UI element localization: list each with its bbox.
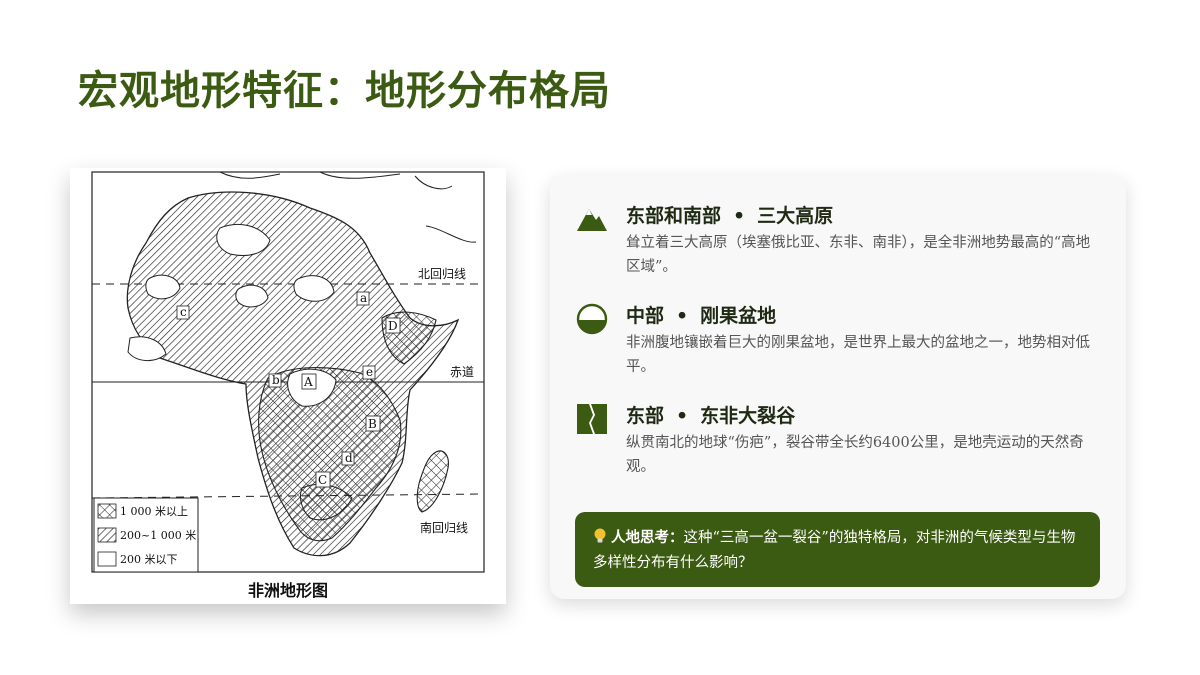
map-label-A: A: [303, 375, 313, 389]
feature-description: 纵贯南北的地球“伤疤”，裂谷带全长约6400公里，是地壳运动的天然奇观。: [626, 435, 1084, 475]
map-label-B: B: [368, 417, 377, 431]
feature-description: 非洲腹地镶嵌着巨大的刚果盆地，是世界上最大的盆地之一，地势相对低平。: [626, 335, 1090, 375]
map-label-d: d: [345, 451, 353, 465]
feature-heading: 东部 • 东非大裂谷: [626, 401, 795, 428]
feature-separator: •: [733, 205, 746, 227]
tropic-cancer-label: 北回归线: [418, 267, 466, 281]
equator-label: 赤道: [450, 365, 474, 379]
legend-label-high: 1 000 米以上: [120, 505, 188, 518]
map-label-c: c: [180, 305, 187, 319]
lightbulb-icon: [593, 526, 607, 551]
map-label-C: C: [318, 473, 327, 487]
feature-name: 三大高原: [757, 205, 834, 227]
reflection-callout: 人地思考：这种“三高一盆一裂谷”的独特格局，对非洲的气候类型与生物多样性分布有什…: [575, 512, 1100, 587]
basin-icon: [576, 303, 608, 335]
map-label-e: e: [366, 365, 373, 379]
feature-description: 耸立着三大高原（埃塞俄比亚、东非、南非），是全非洲地势最高的“高地区域”。: [626, 235, 1091, 275]
feature-name: 东非大裂谷: [700, 405, 796, 427]
map-label-b: b: [272, 373, 280, 387]
africa-map-figure: 北回归线 赤道 南回归线 a b c d e A B C D 1 000 米以上…: [70, 168, 506, 604]
feature-heading: 中部 • 刚果盆地: [626, 301, 776, 328]
rift-valley-icon: [576, 403, 608, 435]
feature-separator: •: [676, 405, 689, 427]
feature-region: 东部和南部: [626, 205, 722, 227]
terrain-features-card: 东部和南部 • 三大高原 耸立着三大高原（埃塞俄比亚、东非、南非），是全非洲地势最高…: [550, 175, 1126, 599]
map-label-D: D: [388, 319, 398, 333]
tropic-capricorn-label: 南回归线: [420, 520, 468, 535]
legend-label-low: 200 米以下: [120, 553, 178, 566]
feature-region: 中部: [626, 305, 665, 327]
feature-separator: •: [676, 305, 689, 327]
callout-label: 人地思考：: [611, 529, 684, 546]
mountain-icon: [576, 203, 608, 235]
feature-region: 东部: [626, 405, 665, 427]
slide-title: 宏观地形特征：地形分布格局: [78, 67, 611, 114]
map-caption: 非洲地形图: [248, 581, 328, 600]
feature-heading: 东部和南部 • 三大高原: [626, 201, 833, 228]
africa-terrain-map: 北回归线 赤道 南回归线 a b c d e A B C D 1 000 米以上…: [91, 171, 485, 600]
map-label-a: a: [360, 291, 367, 305]
feature-name: 刚果盆地: [700, 305, 777, 327]
legend-label-mid: 200~1 000 米: [120, 529, 196, 542]
map-legend: 1 000 米以上 200~1 000 米 200 米以下: [93, 497, 199, 573]
